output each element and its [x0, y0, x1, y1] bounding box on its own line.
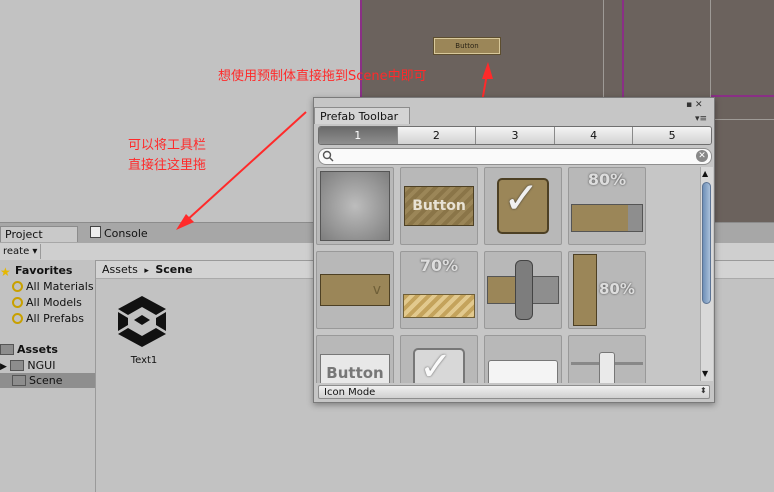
window-menu-icon[interactable]: ▾≡: [695, 114, 707, 124]
prefab-cell-popup[interactable]: v: [316, 251, 394, 329]
progress-label: 80%: [599, 280, 635, 298]
input-preview: [488, 360, 558, 383]
checkmark-icon: ✓: [419, 344, 453, 383]
prefab-grid: Button ✓ 80% v 70% 80% Button ✓: [316, 167, 699, 383]
prefab-toolbar-tab[interactable]: Prefab Toolbar: [314, 107, 410, 124]
segment-3[interactable]: 3: [476, 127, 555, 144]
slider-thumb: [515, 260, 533, 320]
prefab-cell-button[interactable]: Button: [400, 167, 478, 245]
window-controls[interactable]: ▪ ✕: [686, 100, 703, 110]
prefab-cell-background[interactable]: [316, 167, 394, 245]
button-preview: Button: [404, 186, 474, 226]
segment-5[interactable]: 5: [633, 127, 711, 144]
prefab-cell-progress-70[interactable]: 70%: [400, 251, 478, 329]
view-mode-select[interactable]: Icon Mode: [318, 385, 710, 399]
prefab-cell-vslider[interactable]: 80%: [568, 251, 646, 329]
checkmark-icon: ✓: [503, 173, 540, 224]
clear-search-icon[interactable]: ✕: [696, 150, 708, 162]
progress-label: 70%: [419, 256, 459, 275]
search-input[interactable]: [318, 148, 712, 165]
prefab-cell-checkbox[interactable]: ✓: [484, 167, 562, 245]
search-icon: [322, 150, 334, 162]
progress-track: [571, 204, 643, 232]
popup-preview: v: [320, 274, 390, 306]
prefab-cell-progressbar[interactable]: 80%: [568, 167, 646, 245]
background-sprite: [320, 171, 390, 241]
progress-track-striped: [403, 294, 475, 318]
page-segmented-control: 1 2 3 4 5: [318, 126, 712, 145]
scrollbar-thumb: [599, 352, 615, 383]
scroll-down-icon[interactable]: ▼: [702, 369, 708, 378]
scrollbar-thumb[interactable]: [702, 182, 711, 304]
segment-4[interactable]: 4: [554, 127, 634, 144]
scroll-up-icon[interactable]: ▲: [702, 169, 708, 178]
prefab-cell-button-2[interactable]: Button: [316, 335, 394, 383]
arrow-head-icon: [482, 62, 493, 79]
prefab-cell-checkbox-2[interactable]: ✓: [400, 335, 478, 383]
button-preview: Button: [320, 354, 390, 383]
segment-2[interactable]: 2: [397, 127, 477, 144]
vslider-track: [573, 254, 597, 326]
prefab-cell-slider[interactable]: [484, 251, 562, 329]
prefab-cell-input[interactable]: [484, 335, 562, 383]
prefab-cell-scrollbar[interactable]: [568, 335, 646, 383]
segment-1[interactable]: 1: [319, 127, 398, 144]
chevron-down-icon: ⬍: [700, 386, 707, 395]
progress-fill: [572, 205, 628, 231]
progress-label: 80%: [587, 170, 627, 189]
